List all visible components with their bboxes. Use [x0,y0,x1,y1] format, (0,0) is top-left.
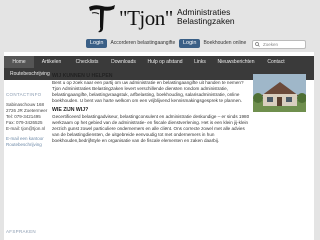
paragraph-help: Bent u op zoek naar een partij om uw adm… [52,80,244,103]
heading-who: WIE ZIJN WIJ? [52,107,89,113]
login-boekhouden: Login Boekhouden online [179,38,246,48]
login-accorderen: Login Accorderen belastingaangifte [86,38,175,48]
sidebar-bottom-heading: AFSPRAKEN [6,229,36,234]
brand-title: "Tjon" [119,6,173,30]
nav-item-nieuwsberichten[interactable]: Nieuwsberichten [212,56,260,68]
login-button-boekhouden[interactable]: Login [179,38,201,48]
heading-help: WIJ KUNNEN U HELPEN [52,73,113,79]
sidebar-contact: CONTACTINFO Sabinaschouw 168 2726 JR Zoe… [6,92,47,148]
nav-item-checklists[interactable]: Checklists [69,56,105,68]
nav-item-contact[interactable]: Contact [260,56,292,68]
main-article: WIJ KUNNEN U HELPEN Bent u op zoek naar … [52,73,252,147]
nav-item-links[interactable]: Links [188,56,212,68]
nav-item-artikelen[interactable]: Artikelen [34,56,69,68]
email[interactable]: E-mail: tjon@tjon.nl [6,126,45,132]
route-link[interactable]: Routebeschrijving [6,142,42,148]
login-accorderen-label: Accorderen belastingaangifte [110,40,176,46]
nav-item-downloads[interactable]: Downloads [105,56,142,68]
login-boekhouden-label: Boekhouden online [203,40,247,46]
sidebar-heading: CONTACTINFO [6,92,42,97]
brand-subtitle: Administraties Belastingzaken [177,8,235,26]
site-logo[interactable]: "Tjon" Administraties Belastingzaken [87,3,237,35]
office-photo [253,74,306,112]
paragraph-who: Gecertificeerd belastingadviseur, belast… [52,114,250,143]
sidebar-afspraken: AFSPRAKEN [6,229,42,235]
search-input[interactable]: Zoeken [252,40,306,49]
logo-mark-icon [89,5,115,33]
nav-item-routebeschrijving[interactable]: Routebeschrijving [10,68,50,80]
nav-item-home[interactable]: Home [4,56,34,68]
search-icon [255,42,260,47]
brand-subtitle-line2: Belastingzaken [177,16,235,26]
nav-item-hulp-op-afstand[interactable]: Hulp op afstand [142,56,188,68]
main-nav: Home Artikelen Checklists Downloads Hulp… [4,56,314,68]
login-button-accorderen[interactable]: Login [86,38,108,48]
